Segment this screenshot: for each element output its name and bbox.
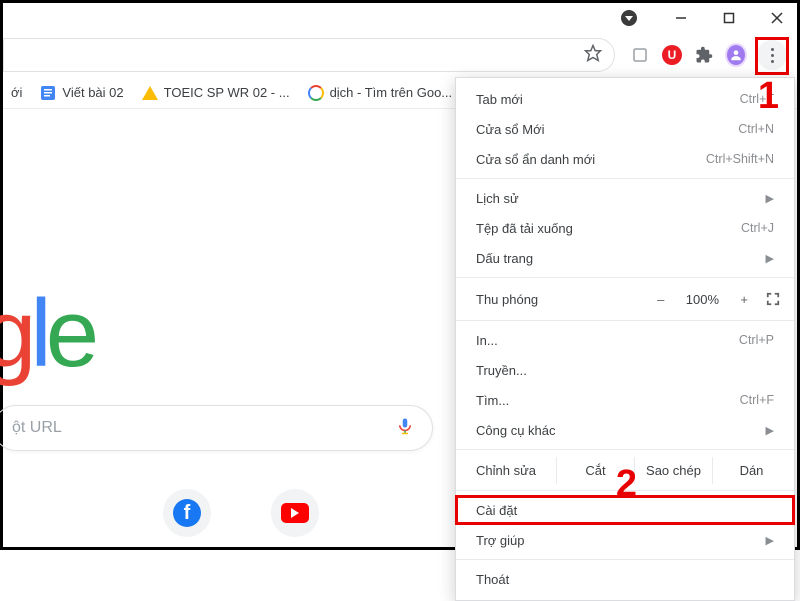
menu-label: Thu phóng: [476, 292, 657, 307]
toolbar-icons: U: [629, 40, 787, 70]
submenu-arrow-icon: ▶: [766, 424, 774, 437]
edit-copy-button[interactable]: Sao chép: [634, 457, 712, 484]
menu-shortcut: Ctrl+P: [739, 333, 774, 347]
minimize-button[interactable]: [667, 4, 695, 32]
edit-paste-button[interactable]: Dán: [712, 457, 790, 484]
bookmark-item[interactable]: ới: [11, 85, 22, 100]
ublock-icon[interactable]: U: [661, 44, 683, 66]
menu-separator: [456, 559, 794, 560]
submenu-arrow-icon: ▶: [766, 252, 774, 265]
menu-shortcut: Ctrl+N: [738, 122, 774, 136]
submenu-arrow-icon: ▶: [766, 534, 774, 547]
menu-label: Cài đặt: [476, 503, 517, 518]
menu-help[interactable]: Trợ giúp ▶: [456, 525, 794, 555]
menu-shortcut: Ctrl+Shift+N: [706, 152, 774, 166]
zoom-in-button[interactable]: +: [740, 292, 748, 307]
menu-label: Trợ giúp: [476, 533, 525, 548]
annotation-number-1: 1: [758, 75, 779, 118]
search-placeholder: ột URL: [12, 419, 396, 437]
google-search-box[interactable]: ột URL: [0, 405, 433, 451]
menu-downloads[interactable]: Tệp đã tải xuống Ctrl+J: [456, 213, 794, 243]
extension-icon-1[interactable]: [629, 44, 651, 66]
menu-separator: [456, 277, 794, 278]
menu-label: Cửa sổ ẩn danh mới: [476, 152, 595, 167]
window-controls: [621, 3, 797, 33]
menu-label: Tab mới: [476, 92, 523, 107]
bookmark-label: ới: [11, 85, 22, 100]
menu-more-tools[interactable]: Công cụ khác ▶: [456, 415, 794, 445]
maximize-button[interactable]: [715, 4, 743, 32]
menu-new-window[interactable]: Cửa sổ Mới Ctrl+N: [456, 114, 794, 144]
menu-history[interactable]: Lịch sử ▶: [456, 183, 794, 213]
menu-label: Thoát: [476, 572, 509, 587]
menu-shortcut: Ctrl+F: [740, 393, 774, 407]
menu-label: Tìm...: [476, 393, 509, 408]
chrome-menu-button[interactable]: [757, 40, 787, 70]
menu-label: Dấu trang: [476, 251, 533, 266]
menu-separator: [456, 178, 794, 179]
quicklink-youtube[interactable]: [271, 489, 319, 537]
menu-shortcut: Ctrl+J: [741, 221, 774, 235]
menu-label: Chỉnh sửa: [476, 463, 556, 478]
submenu-arrow-icon: ▶: [766, 192, 774, 205]
menu-new-tab[interactable]: Tab mớiCtrl+T: [456, 84, 794, 114]
menu-label: In...: [476, 333, 498, 348]
menu-find[interactable]: Tìm... Ctrl+F: [456, 385, 794, 415]
bookmark-item[interactable]: dịch - Tìm trên Goo...: [308, 85, 453, 101]
menu-print[interactable]: In... Ctrl+P: [456, 325, 794, 355]
drive-icon: [142, 85, 158, 101]
profile-avatar[interactable]: [725, 44, 747, 66]
chrome-menu: Tab mớiCtrl+T Cửa sổ Mới Ctrl+N Cửa sổ ẩn…: [455, 77, 795, 601]
voice-search-icon[interactable]: [396, 415, 414, 442]
menu-label: Công cụ khác: [476, 423, 556, 438]
google-icon: [308, 85, 324, 101]
quick-links: f: [163, 489, 319, 537]
menu-exit[interactable]: Thoát: [456, 564, 794, 594]
menu-bookmarks[interactable]: Dấu trang ▶: [456, 243, 794, 273]
notifications-indicator-icon[interactable]: [621, 10, 637, 26]
bookmark-label: TOEIC SP WR 02 - ...: [164, 85, 290, 100]
menu-label: Lịch sử: [476, 191, 519, 206]
bookmark-label: dịch - Tìm trên Goo...: [330, 85, 453, 100]
menu-cast[interactable]: Truyền...: [456, 355, 794, 385]
menu-separator: [456, 449, 794, 450]
docs-icon: [40, 85, 56, 101]
bookmark-item[interactable]: TOEIC SP WR 02 - ...: [142, 85, 290, 101]
browser-toolbar: U: [3, 33, 797, 77]
bookmark-star-icon[interactable]: [584, 44, 602, 67]
quicklink-facebook[interactable]: f: [163, 489, 211, 537]
extensions-icon[interactable]: [693, 44, 715, 66]
fullscreen-icon[interactable]: [766, 292, 780, 306]
menu-label: Cửa sổ Mới: [476, 122, 545, 137]
bookmark-item[interactable]: Viết bài 02: [40, 85, 123, 101]
menu-label: Tệp đã tải xuống: [476, 221, 573, 236]
menu-label: Truyền...: [476, 363, 527, 378]
zoom-out-button[interactable]: –: [657, 292, 664, 307]
menu-incognito[interactable]: Cửa sổ ẩn danh mới Ctrl+Shift+N: [456, 144, 794, 174]
close-button[interactable]: [763, 4, 791, 32]
google-logo: gle: [0, 279, 93, 389]
zoom-value: 100%: [682, 292, 722, 307]
menu-zoom: Thu phóng – 100% +: [456, 282, 794, 316]
annotation-number-2: 2: [616, 463, 637, 506]
menu-separator: [456, 320, 794, 321]
bookmark-label: Viết bài 02: [62, 85, 123, 100]
address-bar[interactable]: [3, 38, 615, 72]
